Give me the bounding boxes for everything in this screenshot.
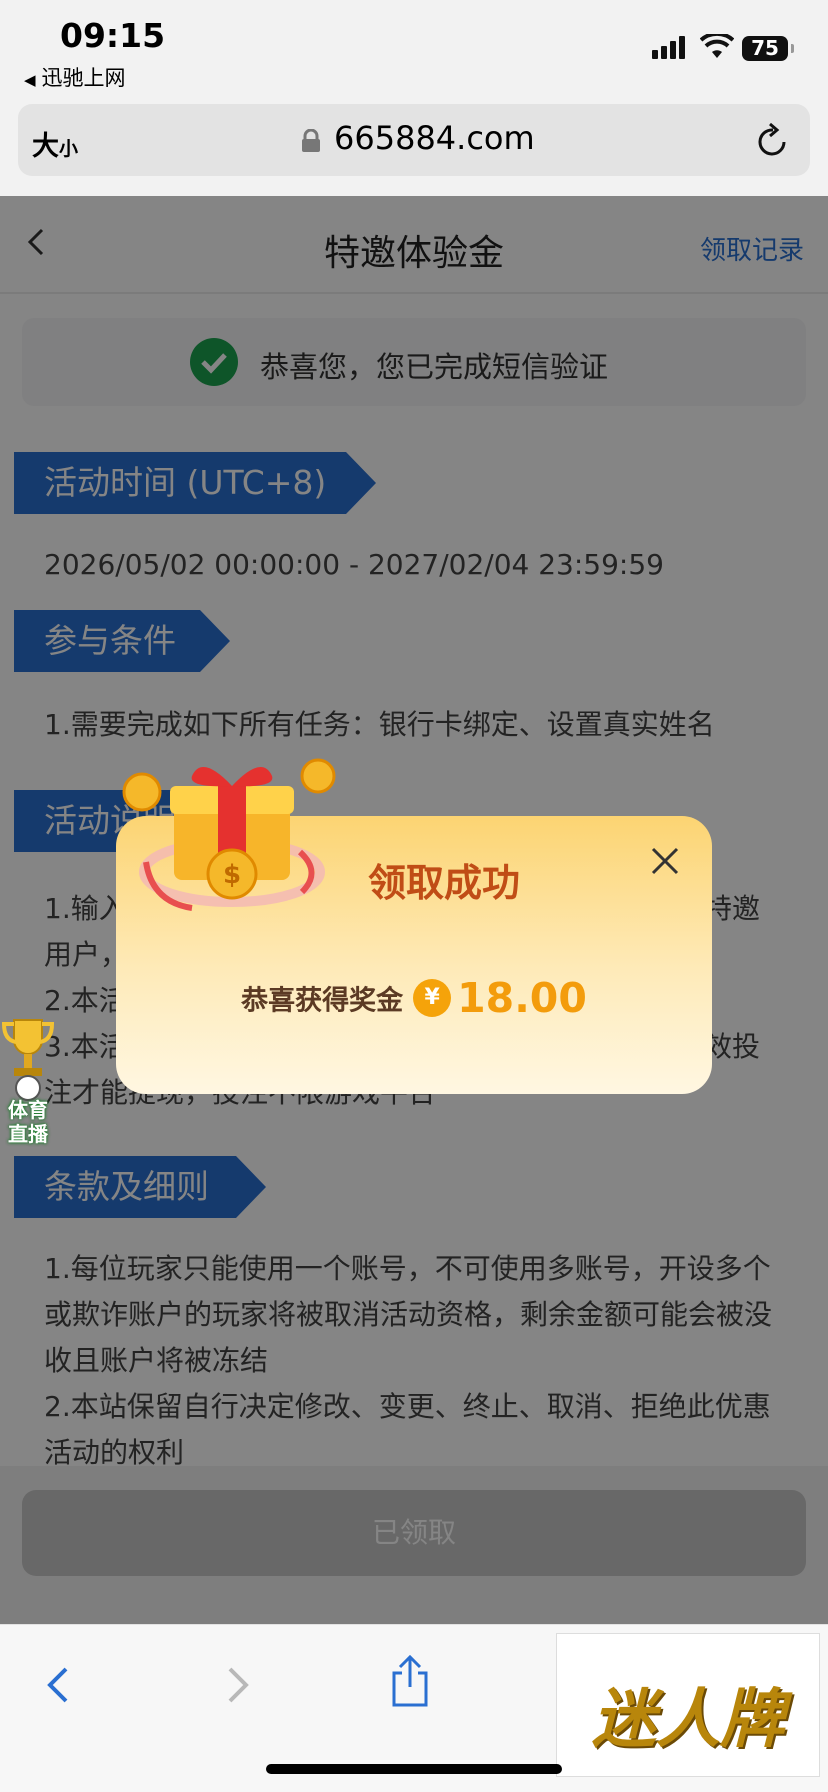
reload-icon[interactable] [756,122,790,162]
reward-row: 恭喜获得奖金 ¥18.00 [116,974,712,1022]
sport-live-line: 体育 [8,1098,48,1122]
battery-icon: 75 [742,36,794,61]
trophy-icon [1,1019,55,1101]
advertisement-banner[interactable]: 迷人牌 [556,1633,820,1777]
close-icon[interactable] [648,844,682,882]
sport-live-text: 体育 直播 [2,1098,54,1146]
text-size-button[interactable]: 大小 [32,124,78,163]
wifi-icon [699,31,735,64]
text-size-small: 小 [59,138,79,160]
url-text: 665884.com [334,119,535,157]
cellular-signal-icon [652,36,688,59]
address-bar[interactable]: 大小 665884.com [18,104,810,176]
share-icon[interactable] [388,1653,432,1713]
modal-title: 领取成功 [368,861,521,905]
reward-amount: 18.00 [457,974,587,1022]
reward-label: 恭喜获得奖金 [241,985,404,1017]
sport-live-badge[interactable]: 体育 直播 [0,1014,56,1154]
svg-text:$: $ [223,860,241,890]
browser-forward-icon[interactable] [220,1661,256,1713]
browser-address-area: 大小 665884.com [0,98,828,196]
back-triangle-icon: ◀ [24,71,36,89]
yuan-coin-icon: ¥ [413,979,452,1017]
lock-icon [301,128,321,157]
ad-text: 迷人牌 [592,1682,784,1757]
gift-box-icon: $ [122,752,342,924]
back-app-label: 迅驰上网 [41,66,126,90]
status-bar: 09:15 ◀ 迅驰上网 75 [0,0,828,98]
back-to-app-link[interactable]: ◀ 迅驰上网 [24,62,126,92]
text-size-big: 大 [32,131,59,162]
status-time: 09:15 [60,16,166,55]
sport-live-line: 直播 [8,1122,48,1146]
browser-back-icon[interactable] [40,1661,76,1713]
home-indicator[interactable] [266,1764,562,1774]
